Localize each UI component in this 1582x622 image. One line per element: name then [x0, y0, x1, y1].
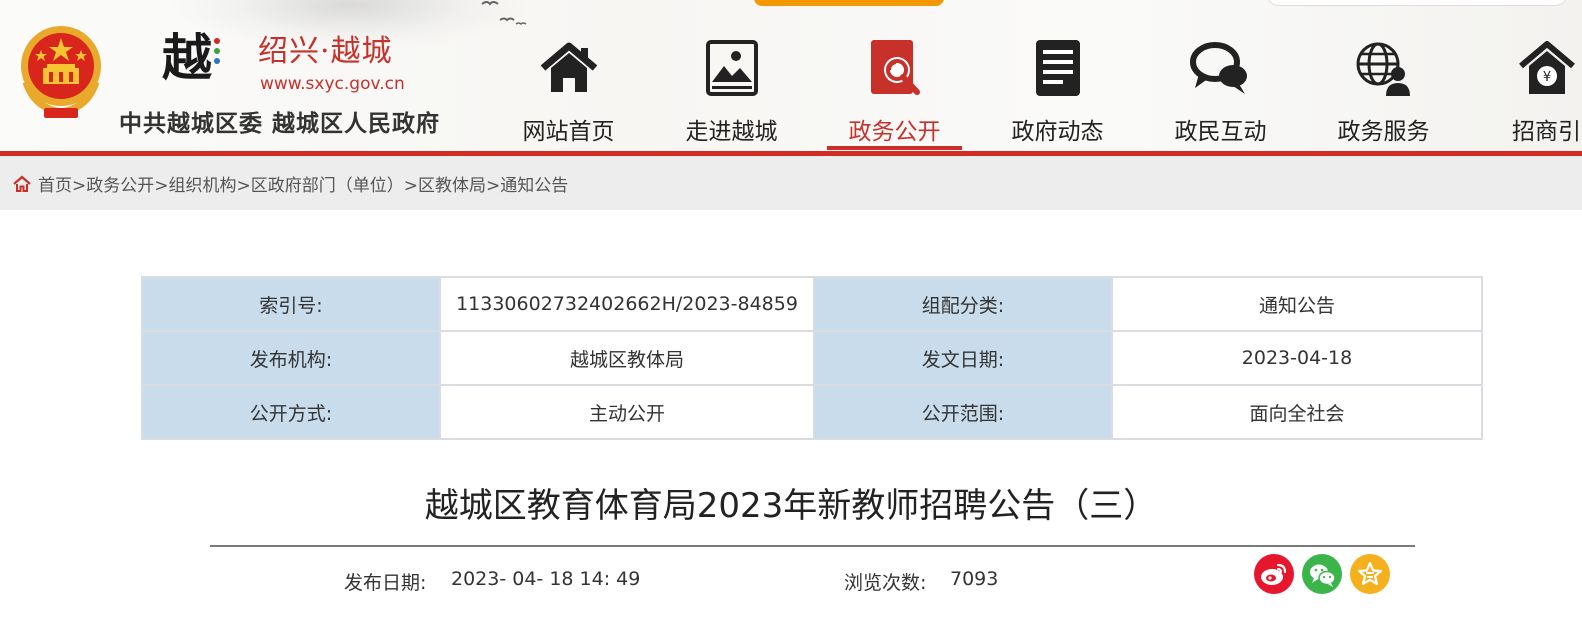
nav-investment[interactable]: ¥ 招商引: [1465, 30, 1582, 152]
header-search-button[interactable]: [754, 0, 944, 6]
publish-date-label: 发布日期:: [344, 572, 427, 594]
document-date-value: 2023-04-18: [1111, 330, 1483, 386]
view-count-value: 7093: [950, 568, 999, 590]
breadcrumb-separator: >: [486, 176, 501, 196]
city-name: 绍兴·越城: [258, 34, 393, 69]
view-count-label: 浏览次数:: [844, 572, 927, 594]
breadcrumb-link-departments[interactable]: 区政府部门（单位）: [251, 176, 404, 196]
index-number-value: 11330602732402662H/2023-84859: [439, 276, 815, 332]
table-row: 索引号: 11330602732402662H/2023-84859 组配分类:…: [141, 276, 1483, 332]
breadcrumb-separator: >: [236, 176, 251, 196]
table-row: 公开方式: 主动公开 公开范围: 面向全社会: [141, 384, 1483, 440]
nav-label: 走进越城: [685, 119, 778, 145]
article-title: 越城区教育体育局2023年新教师招聘公告（三）: [424, 486, 1158, 526]
landscape-picture-icon: [705, 40, 758, 96]
publisher-label: 发布机构:: [141, 330, 441, 386]
nav-label: 政务公开: [848, 119, 941, 145]
publish-date-value: 2023- 04- 18 14: 49: [451, 568, 641, 590]
nav-about-yuecheng[interactable]: 走进越城: [650, 30, 813, 152]
news-document-icon: [1035, 40, 1080, 96]
breadcrumb-link-government-affairs[interactable]: 政务公开: [86, 176, 154, 196]
share-wechat-button[interactable]: [1302, 554, 1342, 594]
title-divider: [210, 545, 1415, 547]
category-label: 组配分类:: [813, 276, 1113, 332]
open-scope-value: 面向全社会: [1111, 384, 1483, 440]
investment-house-icon: ¥: [1518, 41, 1575, 94]
logo-dots: [214, 38, 228, 68]
favorite-button[interactable]: [1350, 554, 1390, 594]
breadcrumb-home-icon: [13, 175, 31, 192]
site-header: 越 绍兴·越城 www.sxyc.gov.cn 中共越城区委 越城区人民政府 网…: [0, 0, 1582, 152]
national-emblem-icon[interactable]: [14, 22, 108, 122]
site-url: www.sxyc.gov.cn: [260, 74, 405, 94]
nav-public-interaction[interactable]: 政民互动: [1139, 30, 1302, 152]
home-icon: [540, 42, 597, 92]
breadcrumb-link-home[interactable]: 首页: [38, 176, 72, 196]
nav-government-affairs[interactable]: 政务公开: [813, 30, 976, 152]
open-mode-label: 公开方式:: [141, 384, 441, 440]
breadcrumb-separator: >: [154, 176, 169, 196]
document-search-icon: [870, 40, 920, 95]
favorite-star-icon: [1357, 561, 1383, 586]
breadcrumb-separator: >: [72, 176, 87, 196]
nav-government-news[interactable]: 政府动态: [976, 30, 1139, 152]
nav-label: 政民互动: [1174, 119, 1267, 145]
index-number-label: 索引号:: [141, 276, 441, 332]
document-metadata-table: 索引号: 11330602732402662H/2023-84859 组配分类:…: [141, 276, 1483, 440]
nav-label: 政府动态: [1011, 119, 1104, 145]
breadcrumb-link-notices[interactable]: 通知公告: [500, 176, 568, 196]
globe-user-icon: [1356, 42, 1410, 96]
share-weibo-button[interactable]: [1254, 554, 1294, 594]
nav-label: 招商引: [1512, 119, 1581, 145]
nav-label: 政务服务: [1337, 119, 1430, 145]
nav-government-services[interactable]: 政务服务: [1302, 30, 1465, 152]
wechat-icon: [1310, 564, 1336, 587]
search-input[interactable]: [1266, 0, 1568, 6]
breadcrumb: 首页>政务公开>组织机构>区政府部门（单位）>区教体局>通知公告: [38, 171, 568, 196]
breadcrumb-separator: >: [403, 176, 418, 196]
svg-text:¥: ¥: [1542, 70, 1550, 85]
nav-home[interactable]: 网站首页: [487, 30, 650, 152]
active-nav-underline: [827, 146, 962, 150]
chat-bubbles-icon: [1189, 42, 1247, 94]
government-name: 中共越城区委 越城区人民政府: [119, 111, 441, 137]
table-row: 发布机构: 越城区教体局 发文日期: 2023-04-18: [141, 330, 1483, 386]
document-date-label: 发文日期:: [813, 330, 1113, 386]
open-scope-label: 公开范围:: [813, 384, 1113, 440]
category-value: 通知公告: [1111, 276, 1483, 332]
breadcrumb-link-organization[interactable]: 组织机构: [169, 176, 237, 196]
open-mode-value: 主动公开: [439, 384, 815, 440]
breadcrumb-link-education-bureau[interactable]: 区教体局: [418, 176, 486, 196]
nav-label: 网站首页: [522, 119, 615, 145]
district-logo-calligraphy: 越: [162, 28, 212, 87]
flying-birds-decoration: [481, 1, 527, 26]
publisher-value: 越城区教体局: [439, 330, 815, 386]
weibo-icon: [1261, 563, 1287, 585]
